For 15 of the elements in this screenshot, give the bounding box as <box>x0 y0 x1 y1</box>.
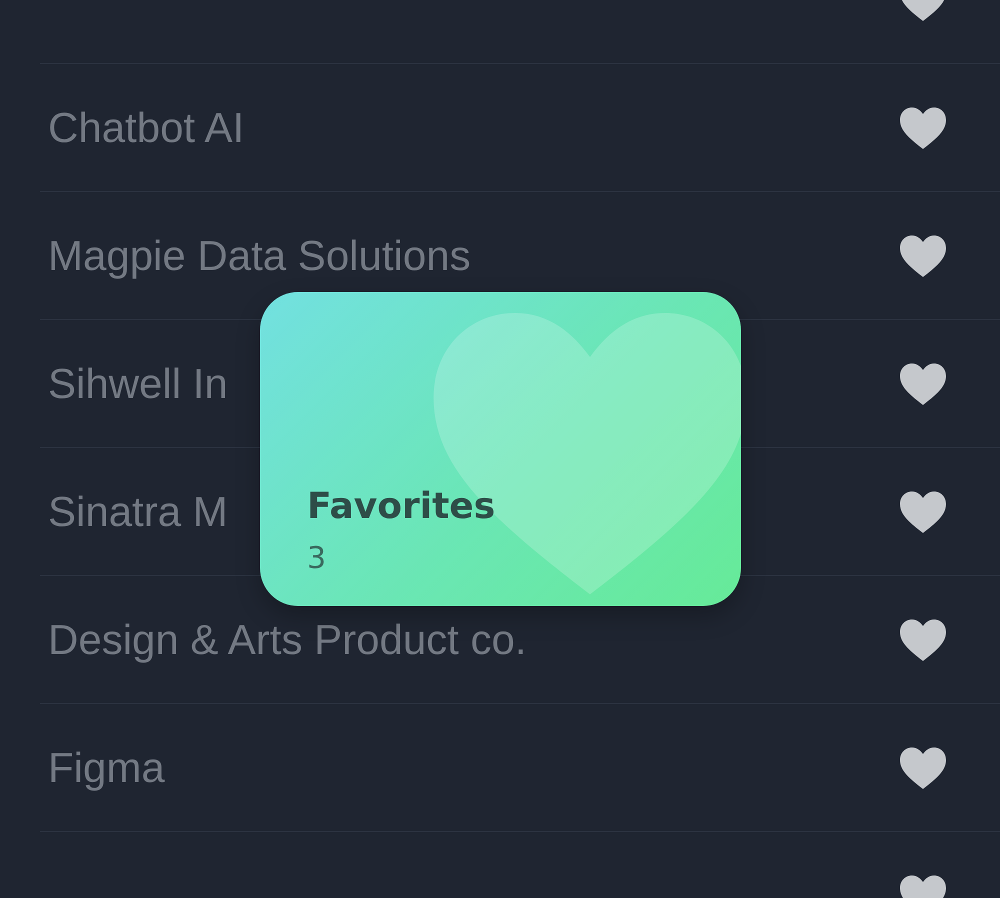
company-name: Sinatra M <box>48 488 228 536</box>
favorites-count: 3 <box>307 541 328 576</box>
company-name: Design & Arts Product co. <box>48 616 527 664</box>
card-title: Favorites <box>307 486 496 527</box>
heart-icon[interactable] <box>898 488 948 534</box>
heart-icon[interactable] <box>898 616 948 662</box>
heart-icon[interactable] <box>898 360 948 406</box>
company-name: Chatbot AI <box>48 104 244 152</box>
company-name: Sihwell In <box>48 360 228 408</box>
heart-icon[interactable] <box>898 104 948 150</box>
company-name: Magpie Data Solutions <box>48 232 471 280</box>
company-name: Figma <box>48 744 165 792</box>
heart-icon[interactable] <box>898 232 948 278</box>
heart-icon[interactable] <box>898 744 948 790</box>
favorites-card[interactable]: Favorites 3 <box>260 292 741 606</box>
